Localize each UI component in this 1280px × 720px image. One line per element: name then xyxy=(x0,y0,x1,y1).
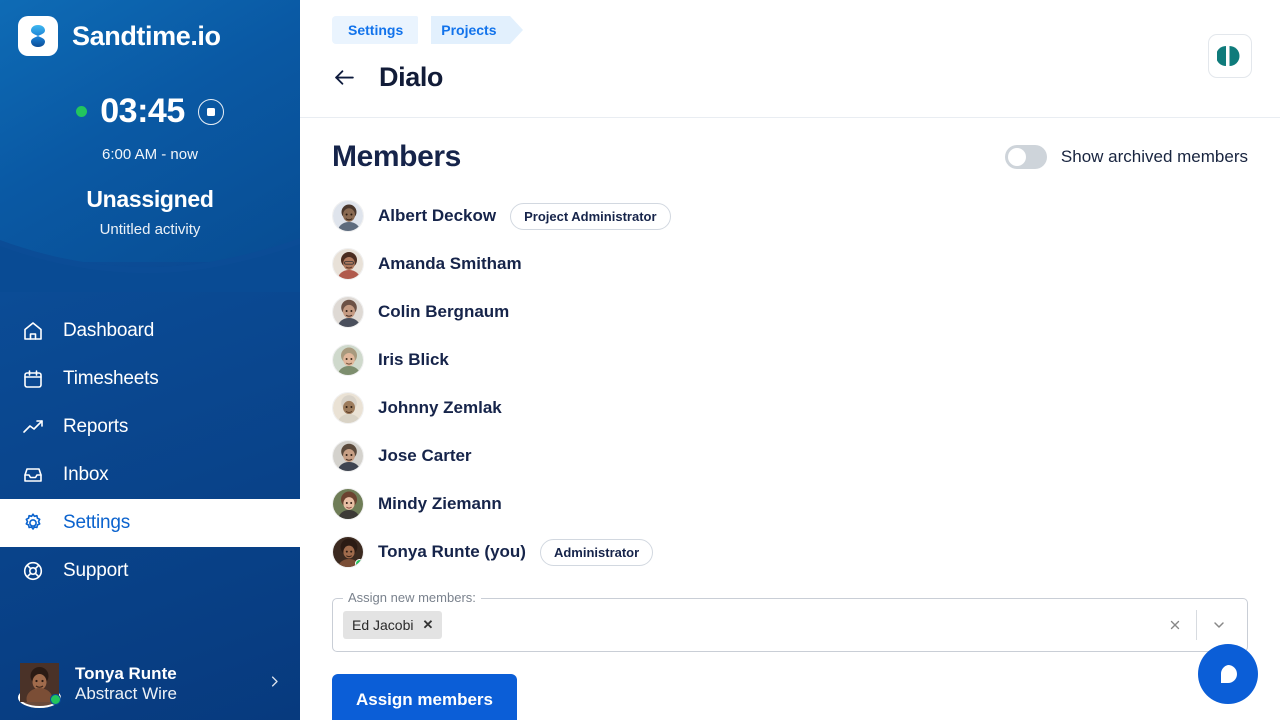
members-list: Albert Deckow Project Administrator Aman… xyxy=(332,192,1248,576)
avatar xyxy=(18,662,61,710)
assign-members-button[interactable]: Assign members xyxy=(332,674,517,720)
avatar xyxy=(332,248,364,280)
avatar xyxy=(332,344,364,376)
members-section-header: Members Show archived members xyxy=(332,118,1248,182)
arrow-left-icon xyxy=(335,70,354,85)
online-status-dot xyxy=(355,559,363,567)
timer-value: 03:45 xyxy=(100,92,185,130)
sidebar-profile[interactable]: Tonya Runte Abstract Wire xyxy=(0,648,300,720)
sidebar-item-settings[interactable]: Settings xyxy=(0,499,300,547)
avatar xyxy=(332,536,364,568)
breadcrumb-label: Settings xyxy=(348,22,404,38)
sidebar-item-label: Dashboard xyxy=(63,320,155,341)
gear-icon xyxy=(25,513,41,530)
task-subtitle: Untitled activity xyxy=(99,221,201,238)
task-title: Unassigned xyxy=(86,186,214,212)
member-row[interactable]: Albert Deckow Project Administrator xyxy=(332,192,1248,240)
chip-remove-icon[interactable]: ✕ xyxy=(422,617,433,633)
avatar xyxy=(332,296,364,328)
member-row[interactable]: Tonya Runte (you) Administrator xyxy=(332,528,1248,576)
timer-range: 6:00 AM - now xyxy=(102,146,198,163)
member-row[interactable]: Johnny Zemlak xyxy=(332,384,1248,432)
member-name: Jose Carter xyxy=(378,446,472,465)
chat-bubble-button[interactable] xyxy=(1198,644,1258,704)
back-button[interactable] xyxy=(332,65,357,90)
assign-members-field[interactable]: Assign new members: Ed Jacobi ✕ xyxy=(332,590,1248,652)
assigned-member-chip[interactable]: Ed Jacobi ✕ xyxy=(343,611,443,639)
member-row[interactable]: Jose Carter xyxy=(332,432,1248,480)
hourglass-logo-icon xyxy=(18,16,58,56)
breadcrumb-item-settings[interactable]: Settings xyxy=(332,16,431,44)
member-row[interactable]: Iris Blick xyxy=(332,336,1248,384)
member-name: Johnny Zemlak xyxy=(378,398,502,417)
inbox-icon xyxy=(24,468,42,482)
sidebar-item-label: Settings xyxy=(63,512,131,533)
clear-icon[interactable] xyxy=(1154,618,1196,632)
chevron-right-icon xyxy=(267,674,282,694)
timer-row: 03:45 xyxy=(0,92,300,131)
chip-label: Ed Jacobi xyxy=(352,617,414,633)
trending-up-icon xyxy=(23,420,43,433)
section-title: Members xyxy=(332,140,461,173)
sidebar-content: Sandtime.io 03:45 6:00 AM - now Unassign… xyxy=(0,0,300,720)
sidebar-item-label: Timesheets xyxy=(63,368,159,389)
stop-timer-button[interactable] xyxy=(197,98,224,125)
sidebar-item-dashboard[interactable]: Dashboard xyxy=(0,307,300,355)
member-row[interactable]: Amanda Smitham xyxy=(332,240,1248,288)
breadcrumb: Settings Projects xyxy=(332,16,524,44)
chevron-down-icon[interactable] xyxy=(1197,617,1241,633)
breadcrumb-label: Projects xyxy=(441,22,497,38)
avatar xyxy=(332,392,364,424)
home-icon xyxy=(24,322,42,340)
project-logo-glyph xyxy=(1217,46,1240,66)
main-area: Settings Projects Dialo Members Show arc… xyxy=(300,0,1280,720)
toggle-knob xyxy=(1007,148,1026,166)
page-head: Dialo xyxy=(332,62,443,93)
archived-toggle-group: Show archived members xyxy=(1004,145,1248,169)
member-name: Colin Bergnaum xyxy=(378,302,510,321)
project-logo-icon[interactable] xyxy=(1208,34,1252,78)
brand[interactable]: Sandtime.io xyxy=(18,16,221,56)
timer-status-dot xyxy=(76,106,88,117)
calendar-icon xyxy=(24,370,42,388)
sidebar-item-reports[interactable]: Reports xyxy=(0,403,300,451)
page-title: Dialo xyxy=(379,62,444,92)
member-name: Amanda Smitham xyxy=(378,254,522,273)
member-name: Mindy Ziemann xyxy=(378,494,502,513)
breadcrumb-item-projects[interactable]: Projects xyxy=(418,16,524,44)
sidebar: Sandtime.io 03:45 6:00 AM - now Unassign… xyxy=(0,0,300,720)
brand-name: Sandtime.io xyxy=(72,20,221,51)
sidebar-item-label: Support xyxy=(63,560,129,581)
member-name: Tonya Runte (you) xyxy=(378,542,526,561)
sidebar-item-label: Inbox xyxy=(63,464,109,485)
member-name: Iris Blick xyxy=(378,350,449,369)
avatar xyxy=(332,440,364,472)
sidebar-item-support[interactable]: Support xyxy=(0,547,300,595)
assign-members-label: Assign new members: xyxy=(343,590,481,605)
member-role-badge: Administrator xyxy=(539,538,654,566)
sidebar-item-inbox[interactable]: Inbox xyxy=(0,451,300,499)
lifebuoy-icon xyxy=(23,561,43,581)
sidebar-item-timesheets[interactable]: Timesheets xyxy=(0,355,300,403)
profile-text: Tonya Runte Abstract Wire xyxy=(75,664,253,705)
member-name: Albert Deckow xyxy=(378,206,497,225)
show-archived-label: Show archived members xyxy=(1060,147,1248,166)
sidebar-nav: Dashboard Timesheets Reports Inbox Setti… xyxy=(0,307,300,595)
topbar: Settings Projects Dialo xyxy=(300,0,1280,118)
member-row[interactable]: Colin Bergnaum xyxy=(332,288,1248,336)
profile-org: Abstract Wire xyxy=(75,684,178,703)
avatar xyxy=(332,200,364,232)
show-archived-toggle[interactable] xyxy=(1004,145,1047,169)
profile-name: Tonya Runte xyxy=(75,663,177,683)
chat-bubble-icon xyxy=(1220,665,1237,683)
avatar xyxy=(332,488,364,520)
member-row[interactable]: Mindy Ziemann xyxy=(332,480,1248,528)
content: Members Show archived members Albert Dec… xyxy=(300,118,1280,720)
sidebar-item-label: Reports xyxy=(63,416,129,437)
online-status-dot xyxy=(50,693,61,705)
app-root: Sandtime.io 03:45 6:00 AM - now Unassign… xyxy=(0,0,1280,720)
member-role-badge: Project Administrator xyxy=(510,202,671,230)
